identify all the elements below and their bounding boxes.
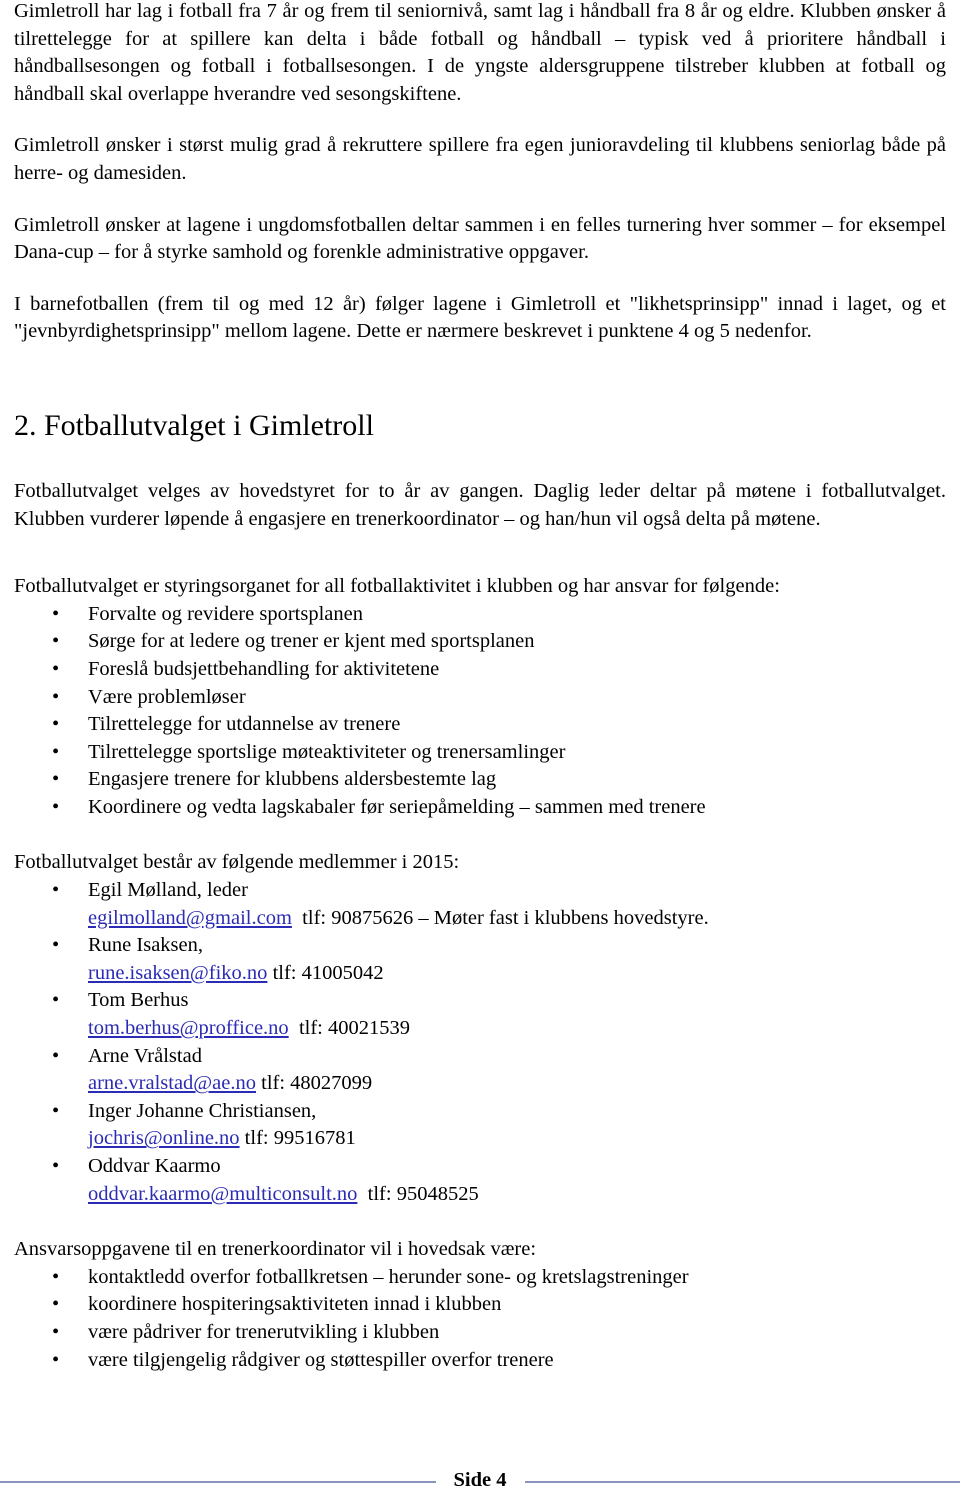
member-email-link[interactable]: egilmolland@gmail.com <box>88 907 292 929</box>
member-name: Arne Vrålstad <box>88 1044 202 1067</box>
bullet-icon: • <box>52 657 60 680</box>
page-footer: Side 4 <box>0 1438 960 1500</box>
bullet-icon: • <box>52 1293 60 1316</box>
bullet-icon: • <box>52 989 60 1012</box>
member-name: Tom Berhus <box>88 989 189 1012</box>
bullet-icon: • <box>52 768 60 791</box>
list-item-label: være tilgjengelig rådgiver og støttespil… <box>88 1348 554 1371</box>
list-item-label: Sørge for at ledere og trener er kjent m… <box>88 630 535 653</box>
member-phone-note: tlf: 90875626 – Møter fast i klubbens ho… <box>302 906 709 929</box>
bullet-icon: • <box>52 602 60 625</box>
list-item-label: Være problemløser <box>88 685 246 708</box>
member-email-link[interactable]: rune.isaksen@fiko.no <box>88 962 267 984</box>
bullet-icon: • <box>52 1320 60 1343</box>
footer-rule-left <box>0 1481 436 1483</box>
member-phone-note: tlf: 40021539 <box>298 1017 410 1040</box>
bullet-icon: • <box>52 1265 60 1288</box>
footer-rule-right <box>524 1481 960 1483</box>
member-name: Inger Johanne Christiansen, <box>88 1099 317 1122</box>
list-item: • være tilgjengelig rådgiver og støttespi… <box>14 1347 946 1375</box>
bullet-icon: • <box>52 740 60 763</box>
members-list: • Egil Mølland, leder egilmolland@gmail.… <box>14 877 946 1208</box>
list-item: • Tilrettelegge sportslige møteaktivitete… <box>14 739 946 767</box>
member-email-link[interactable]: jochris@online.no <box>88 1127 240 1149</box>
bullet-icon: • <box>52 1044 60 1067</box>
member-name: Rune Isaksen, <box>88 934 204 957</box>
bullet-icon: • <box>52 1099 60 1122</box>
responsibilities-list: • Forvalte og revidere sportsplanen • Sørg… <box>14 601 946 822</box>
member-name: Oddvar Kaarmo <box>88 1155 221 1177</box>
member-phone-note: tlf: 99516781 <box>244 1127 356 1150</box>
bullet-icon: • <box>52 795 60 818</box>
coordinator-lead-in: Ansvarsoppgavene til en trenerkoordinato… <box>14 1238 537 1261</box>
member-contact-line: jochris@online.no tlf: 99516781 <box>88 1125 946 1153</box>
member-contact-line: tom.berhus@proffice.no tlf: 40021539 <box>88 1015 946 1043</box>
list-item: • Rune Isaksen, rune.isaksen@fiko.no tlf… <box>14 932 946 987</box>
list-item: • Inger Johanne Christiansen, jochris@on… <box>14 1098 946 1153</box>
list-item: • Foreslå budsjettbehandling for aktivite… <box>14 656 946 684</box>
list-item-label: koordinere hospiteringsaktiviteten innad… <box>88 1293 502 1316</box>
list-item: • Sørge for at ledere og trener er kjent … <box>14 628 946 656</box>
member-phone-note: tlf: 48027099 <box>261 1072 373 1095</box>
member-contact-line: oddvar.kaarmo@multiconsult.no tlf: 95048… <box>88 1181 946 1209</box>
section-heading-fotballutvalget: 2. Fotballutvalget i Gimletroll <box>14 408 374 442</box>
list-item: • Arne Vrålstad arne.vralstad@ae.no tlf:… <box>14 1043 946 1098</box>
member-email-link[interactable]: oddvar.kaarmo@multiconsult.no <box>88 1183 357 1205</box>
footer-row: Side 4 <box>0 1469 960 1492</box>
page-number-label: Side 4 <box>453 1469 507 1491</box>
list-item: • Tom Berhus tom.berhus@proffice.no tlf:… <box>14 987 946 1042</box>
list-item: • koordinere hospiteringsaktiviteten inna… <box>14 1291 946 1319</box>
bullet-icon: • <box>52 685 60 708</box>
member-phone-note: tlf: 41005042 <box>272 961 384 984</box>
paragraph-recruitment: Gimletroll ønsker i størst mulig grad å … <box>14 134 946 184</box>
member-email-link[interactable]: arne.vralstad@ae.no <box>88 1072 256 1094</box>
coordinator-tasks-list: • kontaktledd overfor fotballkretsen – he… <box>14 1264 946 1374</box>
bullet-icon: • <box>52 1155 60 1177</box>
member-phone-note: tlf: 95048525 <box>367 1182 479 1205</box>
member-email-link[interactable]: tom.berhus@proffice.no <box>88 1017 289 1039</box>
list-item-label: kontaktledd overfor fotballkretsen – her… <box>88 1265 689 1288</box>
paragraph-principles: I barnefotballen (frem til og med 12 år)… <box>14 292 946 343</box>
list-item: • Være problemløser <box>14 684 946 712</box>
list-item-label: være pådriver for trenerutvikling i klub… <box>88 1320 440 1343</box>
document-page: Gimletroll har lag i fotball fra 7 år og… <box>0 0 960 1500</box>
list-item-label: Tilrettelegge sportslige møteaktiviteter… <box>88 740 566 763</box>
list-item-label: Tilrettelegge for utdannelse av trenere <box>88 713 401 736</box>
list-item-label: Engasjere trenere for klubbens aldersbes… <box>88 768 497 791</box>
list-item-label: Koordinere og vedta lagskabaler før seri… <box>88 795 706 818</box>
list-item: • være pådriver for trenerutvikling i klu… <box>14 1319 946 1347</box>
member-contact-line: arne.vralstad@ae.no tlf: 48027099 <box>88 1070 946 1098</box>
bullet-icon: • <box>52 1348 60 1371</box>
bullet-icon: • <box>52 879 60 902</box>
paragraph-tournament: Gimletroll ønsker at lagene i ungdomsfot… <box>14 213 946 264</box>
paragraph-intro-overview: Gimletroll har lag i fotball fra 7 år og… <box>14 0 946 105</box>
list-item-label: Foreslå budsjettbehandling for aktivitet… <box>88 657 440 680</box>
members-lead-in: Fotballutvalget består av følgende medle… <box>14 851 460 874</box>
paragraph-committee-election: Fotballutvalget velges av hovedstyret fo… <box>14 479 946 530</box>
list-item-label: Forvalte og revidere sportsplanen <box>88 602 363 625</box>
bullet-icon: • <box>52 934 60 957</box>
member-contact-line: egilmolland@gmail.com tlf: 90875626 – Mø… <box>88 905 946 933</box>
responsibilities-lead-in: Fotballutvalget er styringsorganet for a… <box>14 575 780 598</box>
bullet-icon: • <box>52 713 60 736</box>
member-name: Egil Mølland, leder <box>88 879 248 902</box>
list-item: • Egil Mølland, leder egilmolland@gmail.… <box>14 877 946 932</box>
list-item: • Oddvar Kaarmo oddvar.kaarmo@multiconsu… <box>14 1153 946 1208</box>
list-item: • Forvalte og revidere sportsplanen <box>14 601 946 629</box>
list-item: • Tilrettelegge for utdannelse av trenere <box>14 711 946 739</box>
list-item: • kontaktledd overfor fotballkretsen – he… <box>14 1264 946 1292</box>
member-contact-line: rune.isaksen@fiko.no tlf: 41005042 <box>88 960 946 988</box>
list-item: • Engasjere trenere for klubbens aldersbe… <box>14 766 946 794</box>
list-item: • Koordinere og vedta lagskabaler før ser… <box>14 794 946 822</box>
bullet-icon: • <box>52 630 60 653</box>
